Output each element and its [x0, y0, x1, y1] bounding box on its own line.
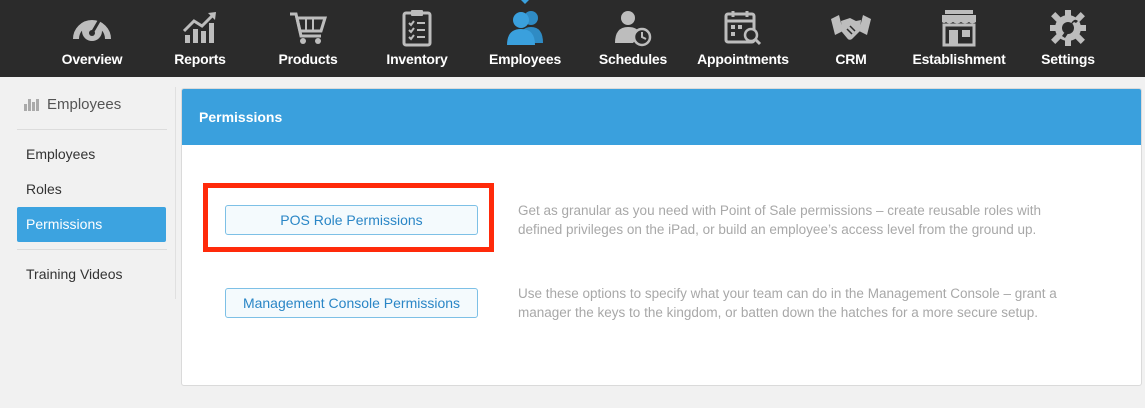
nav-crm[interactable]: CRM	[811, 0, 891, 77]
description-line: Use these options to specify what your t…	[518, 286, 1057, 301]
nav-label: Establishment	[912, 51, 1006, 67]
nav-label: Products	[278, 51, 338, 67]
pos-permissions-description: Get as granular as you need with Point o…	[518, 201, 1041, 239]
panel-title: Permissions	[182, 89, 1141, 145]
nav-label: Overview	[61, 51, 123, 67]
person-clock-icon	[611, 6, 655, 50]
nav-overview[interactable]: Overview	[52, 0, 132, 77]
chart-growth-icon	[178, 6, 222, 50]
shopping-cart-icon	[286, 6, 330, 50]
description-line: Get as granular as you need with Point o…	[518, 203, 1042, 218]
sidebar-item-training-videos[interactable]: Training Videos	[17, 257, 166, 292]
divider	[17, 249, 167, 250]
nav-appointments[interactable]: Appointments	[693, 0, 793, 77]
nav-schedules[interactable]: Schedules	[593, 0, 673, 77]
nav-settings[interactable]: Settings	[1028, 0, 1108, 77]
nav-employees[interactable]: Employees	[485, 0, 565, 77]
nav-label: Appointments	[697, 51, 789, 67]
divider	[17, 129, 167, 130]
handshake-icon	[829, 6, 873, 50]
clipboard-checklist-icon	[395, 6, 439, 50]
speedometer-icon	[70, 6, 114, 50]
sidebar-title: Employees	[47, 96, 122, 113]
nav-label: Reports	[174, 51, 226, 67]
nav-products[interactable]: Products	[268, 0, 348, 77]
people-icon	[503, 6, 547, 50]
nav-label: CRM	[835, 51, 867, 67]
calendar-search-icon	[721, 6, 765, 50]
sidebar-header: Employees	[24, 96, 121, 113]
nav-establishment[interactable]: Establishment	[909, 0, 1009, 77]
active-caret	[521, 0, 529, 4]
sidebar-item-employees[interactable]: Employees	[17, 137, 166, 172]
management-console-description: Use these options to specify what your t…	[518, 284, 1057, 322]
management-console-permissions-button[interactable]: Management Console Permissions	[225, 288, 478, 318]
nav-inventory[interactable]: Inventory	[377, 0, 457, 77]
sidebar: Employees Employees Roles Permissions Tr…	[0, 77, 176, 408]
sidebar-item-roles[interactable]: Roles	[17, 172, 166, 207]
gear-wrench-icon	[1046, 6, 1090, 50]
nav-reports[interactable]: Reports	[160, 0, 240, 77]
sidebar-border	[175, 87, 176, 299]
nav-label: Settings	[1041, 51, 1095, 67]
description-line: defined privileges on the iPad, or build…	[518, 222, 1037, 237]
bar-chart-icon	[24, 98, 40, 111]
nav-label: Employees	[488, 51, 562, 67]
nav-label: Inventory	[386, 51, 448, 67]
nav-label: Schedules	[598, 51, 668, 67]
description-line: manager the keys to the kingdom, or batt…	[518, 305, 1039, 320]
sidebar-item-permissions[interactable]: Permissions	[17, 207, 166, 242]
highlight-box	[203, 183, 494, 252]
top-nav: Overview Reports Products Inventory Empl…	[0, 0, 1145, 77]
storefront-icon	[937, 6, 981, 50]
